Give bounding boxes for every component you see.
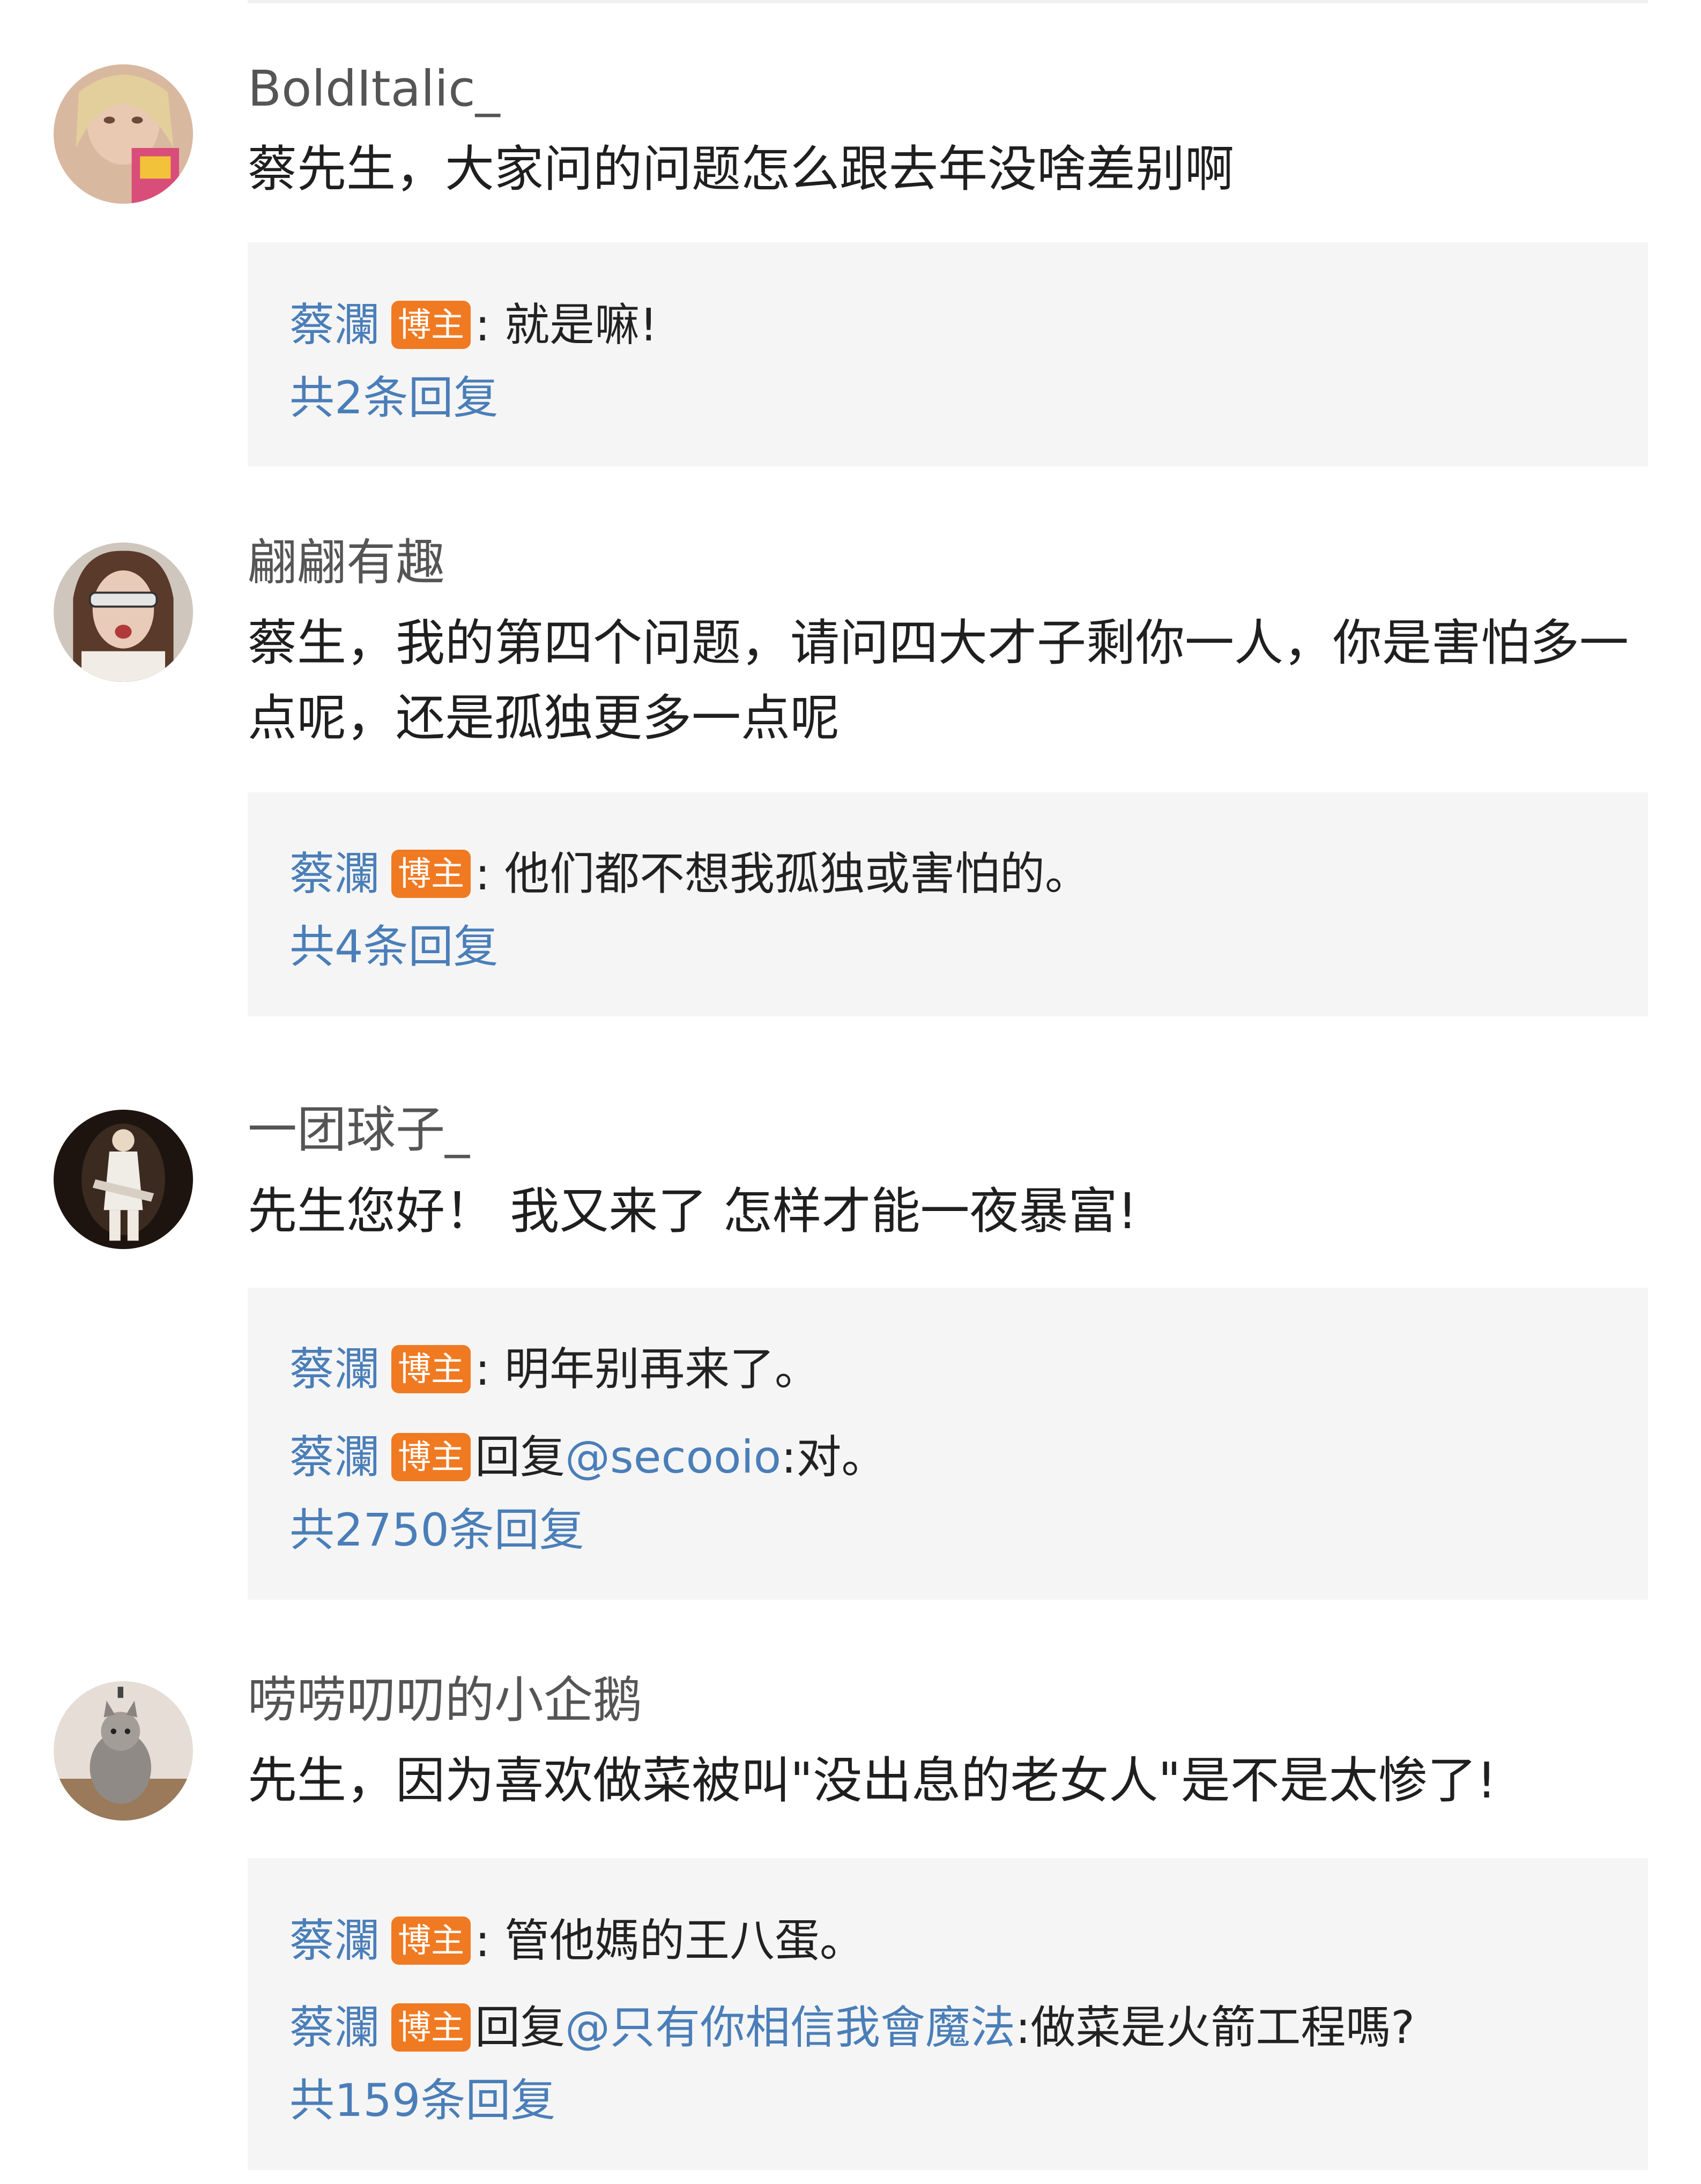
reply-text: :对。 bbox=[781, 1431, 887, 1483]
reply-line: 蔡瀾 博主 回复@secooio:对。 bbox=[289, 1430, 887, 1484]
comment-text: 蔡生，我的第四个问题，请问四大才子剩你一人，你是害怕多一点呢，还是孤独更多一点呢 bbox=[248, 614, 1629, 747]
avatar-photo-icon bbox=[54, 1110, 193, 1249]
reply-count-link[interactable]: 共2条回复 bbox=[289, 371, 498, 425]
reply-box[interactable]: 蔡瀾 博主: 就是嘛! 共2条回复 bbox=[248, 242, 1648, 466]
reply-text: 管他媽的王八蛋。 bbox=[490, 1914, 865, 1967]
reply-line: 蔡瀾 博主: 他们都不想我孤独或害怕的。 bbox=[289, 847, 1090, 901]
reply-line: 蔡瀾 博主 回复@只有你相信我會魔法:做菜是火箭工程嗎? bbox=[289, 2001, 1415, 2054]
reply-box[interactable]: 蔡瀾 博主: 他们都不想我孤独或害怕的。 共4条回复 bbox=[248, 792, 1648, 1016]
reply-author[interactable]: 蔡瀾 bbox=[289, 1431, 380, 1483]
reply-box[interactable]: 蔡瀾 博主: 管他媽的王八蛋。 蔡瀾 博主 回复@只有你相信我會魔法:做菜是火箭工程嗎… bbox=[248, 1858, 1648, 2170]
reply-line: 蔡瀾 博主: 管他媽的王八蛋。 bbox=[289, 1914, 865, 1967]
comment-text: 蔡先生，大家问的问题怎么跟去年没啥差别啊 bbox=[248, 140, 1235, 198]
avatar-photo-icon bbox=[54, 1681, 193, 1821]
reply-separator: : bbox=[475, 1914, 491, 1967]
reply-author[interactable]: 蔡瀾 bbox=[289, 848, 380, 900]
reply-text: 就是嘛! bbox=[490, 299, 658, 351]
reply-line: 蔡瀾 博主: 就是嘛! bbox=[289, 298, 658, 352]
reply-line: 蔡瀾 博主: 明年别再来了。 bbox=[289, 1342, 820, 1396]
reply-count-link[interactable]: 共2750条回复 bbox=[289, 1503, 584, 1557]
reply-text: 明年别再来了。 bbox=[490, 1343, 820, 1395]
reply-box[interactable]: 蔡瀾 博主: 明年别再来了。 蔡瀾 博主 回复@secooio:对。 共2750条回复 bbox=[248, 1288, 1648, 1600]
avatar-photo-icon bbox=[54, 64, 193, 204]
reply-prefix: 回复 bbox=[475, 2001, 566, 2054]
comment-feed: BoldItalic_ 蔡先生，大家问的问题怎么跟去年没啥差别啊 蔡瀾 博主: 就… bbox=[0, 0, 1701, 2184]
comment-text: 先生，因为喜欢做菜被叫"没出息的老女人"是不是太惨了! bbox=[248, 1752, 1497, 1809]
reply-author[interactable]: 蔡瀾 bbox=[289, 1343, 380, 1395]
username[interactable]: 翩翩有趣 bbox=[248, 533, 445, 593]
reply-author[interactable]: 蔡瀾 bbox=[289, 1914, 380, 1967]
reply-author[interactable]: 蔡瀾 bbox=[289, 299, 380, 351]
reply-author[interactable]: 蔡瀾 bbox=[289, 2001, 380, 2054]
blogger-badge: 博主 bbox=[391, 850, 471, 898]
reply-prefix: 回复 bbox=[475, 1431, 566, 1483]
username[interactable]: 唠唠叨叨的小企鹅 bbox=[248, 1670, 642, 1730]
comment-text: 先生您好！ 我又来了 怎样才能一夜暴富! bbox=[248, 1183, 1138, 1240]
avatar[interactable] bbox=[54, 64, 193, 204]
avatar[interactable] bbox=[54, 1110, 193, 1249]
reply-count-link[interactable]: 共4条回复 bbox=[289, 920, 498, 974]
reply-mention-link[interactable]: @secooio bbox=[565, 1431, 781, 1483]
blogger-badge: 博主 bbox=[391, 1433, 471, 1482]
reply-text: :做菜是火箭工程嗎? bbox=[1015, 2001, 1415, 2054]
blogger-badge: 博主 bbox=[391, 301, 471, 350]
avatar[interactable] bbox=[54, 1681, 193, 1821]
reply-text: 他们都不想我孤独或害怕的。 bbox=[490, 848, 1090, 900]
avatar-photo-icon bbox=[54, 543, 193, 682]
username[interactable]: 一团球子_ bbox=[248, 1100, 470, 1160]
reply-separator: : bbox=[475, 299, 491, 351]
blogger-badge: 博主 bbox=[391, 2003, 471, 2052]
username[interactable]: BoldItalic_ bbox=[248, 59, 500, 119]
reply-separator: : bbox=[475, 1343, 491, 1395]
blogger-badge: 博主 bbox=[391, 1916, 471, 1965]
top-divider bbox=[248, 0, 1648, 3]
reply-mention-link[interactable]: @只有你相信我會魔法 bbox=[565, 2001, 1015, 2054]
blogger-badge: 博主 bbox=[391, 1345, 471, 1394]
avatar[interactable] bbox=[54, 543, 193, 682]
reply-count-link[interactable]: 共159条回复 bbox=[289, 2074, 555, 2127]
reply-separator: : bbox=[475, 848, 491, 900]
